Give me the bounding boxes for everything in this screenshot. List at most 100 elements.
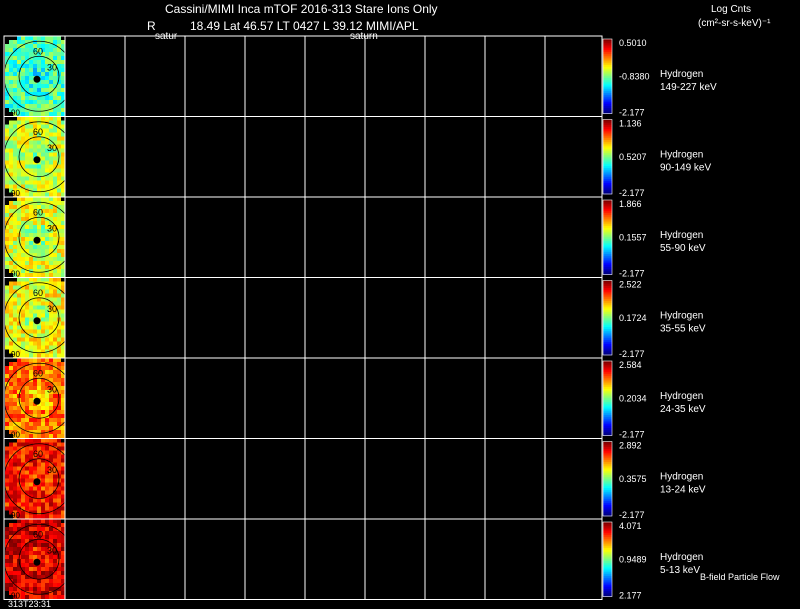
skymap-pixel bbox=[9, 587, 13, 591]
skymap-pixel bbox=[41, 180, 45, 185]
skymap-pixel bbox=[33, 197, 37, 201]
skymap-pixel bbox=[13, 201, 17, 205]
skymap-pixel bbox=[21, 253, 25, 257]
skymap-pixel bbox=[57, 571, 61, 575]
skymap-pixel bbox=[49, 152, 53, 157]
skymap-pixel bbox=[49, 374, 53, 378]
skymap-pixel bbox=[61, 414, 65, 418]
skymap-pixel bbox=[57, 269, 61, 273]
skymap-pixel bbox=[33, 587, 37, 591]
skymap-pixel bbox=[41, 490, 45, 495]
skymap-pixel bbox=[21, 317, 25, 322]
skymap-pixel bbox=[33, 329, 37, 334]
skymap-pixel bbox=[13, 84, 17, 88]
ring-label-30: 30 bbox=[47, 223, 57, 233]
skymap-pixel bbox=[61, 575, 65, 579]
skymap-pixel bbox=[41, 410, 45, 414]
skymap-pixel bbox=[57, 410, 61, 414]
skymap-pixel bbox=[33, 474, 37, 479]
skymap-pixel bbox=[21, 148, 25, 153]
skymap-pixel bbox=[61, 514, 65, 519]
skymap-pixel bbox=[29, 192, 33, 197]
skymap-pixel bbox=[21, 353, 25, 358]
skymap-pixel bbox=[13, 305, 17, 310]
skymap-pixel bbox=[57, 180, 61, 185]
skymap-pixel bbox=[5, 237, 9, 241]
skymap-pixel bbox=[49, 192, 53, 197]
skymap-pixel bbox=[49, 96, 53, 100]
skymap-pixel bbox=[53, 36, 57, 40]
colorbar-mid: 0.2034 bbox=[619, 393, 647, 403]
skymap-pixel bbox=[5, 52, 9, 56]
skymap-pixel bbox=[17, 543, 21, 547]
skymap-pixel bbox=[53, 48, 57, 52]
skymap-pixel bbox=[21, 136, 25, 141]
colorbar-max: 2.522 bbox=[619, 280, 642, 290]
skymap-pixel bbox=[25, 233, 29, 237]
skymap-pixel bbox=[33, 116, 37, 121]
skymap-pixel bbox=[25, 225, 29, 229]
skymap-pixel bbox=[5, 555, 9, 559]
skymap-pixel bbox=[29, 434, 33, 438]
skymap-pixel bbox=[21, 128, 25, 133]
skymap-pixel bbox=[45, 237, 49, 241]
skymap-pixel bbox=[45, 490, 49, 495]
skymap-pixel bbox=[41, 329, 45, 334]
skymap-pixel bbox=[53, 76, 57, 80]
skymap-pixel bbox=[13, 76, 17, 80]
ring-label-60: 60 bbox=[33, 127, 43, 137]
skymap-pixel bbox=[57, 494, 61, 499]
skymap-pixel bbox=[57, 108, 61, 112]
skymap-pixel bbox=[37, 325, 41, 330]
skymap-pixel bbox=[41, 559, 45, 563]
skymap-pixel bbox=[53, 188, 57, 193]
skymap-pixel bbox=[29, 422, 33, 426]
skymap-pixel bbox=[41, 144, 45, 149]
skymap-pixel bbox=[41, 555, 45, 559]
skymap-pixel bbox=[41, 116, 45, 121]
skymap-pixel bbox=[61, 221, 65, 225]
skymap-pixel bbox=[13, 462, 17, 467]
skymap-pixel bbox=[29, 229, 33, 233]
skymap-pixel bbox=[33, 341, 37, 346]
skymap-pixel bbox=[45, 184, 49, 189]
skymap-pixel bbox=[57, 358, 61, 362]
skymap-pixel bbox=[57, 535, 61, 539]
skymap-pixel bbox=[57, 382, 61, 386]
skymap-pixel bbox=[61, 225, 65, 229]
skymap-pixel bbox=[9, 482, 13, 487]
skymap-pixel bbox=[33, 225, 37, 229]
skymap-pixel bbox=[21, 132, 25, 137]
skymap-pixel bbox=[61, 96, 65, 100]
skymap-pixel bbox=[25, 152, 29, 157]
skymap-pixel bbox=[33, 72, 37, 76]
skymap-pixel bbox=[29, 559, 33, 563]
skymap-pixel bbox=[5, 478, 9, 483]
skymap-pixel bbox=[61, 124, 65, 129]
skymap-pixel bbox=[9, 462, 13, 467]
skymap-pixel bbox=[13, 72, 17, 76]
skymap-pixel bbox=[57, 414, 61, 418]
skymap-pixel bbox=[9, 128, 13, 133]
skymap-pixel bbox=[41, 184, 45, 189]
skymap-pixel bbox=[61, 56, 65, 60]
skymap-pixel bbox=[5, 394, 9, 398]
skymap-pixel bbox=[9, 406, 13, 410]
skymap-pixel bbox=[13, 394, 17, 398]
colorbar-min: -2.177 bbox=[619, 188, 645, 198]
skymap-pixel bbox=[29, 100, 33, 104]
skymap-pixel bbox=[61, 269, 65, 273]
skymap-pixel bbox=[61, 406, 65, 410]
skymap-pixel bbox=[13, 164, 17, 169]
skymap-pixel bbox=[17, 253, 21, 257]
skymap-pixel bbox=[13, 337, 17, 342]
skymap-pixel bbox=[9, 184, 13, 189]
skymap-pixel bbox=[13, 486, 17, 491]
skymap-pixel bbox=[17, 442, 21, 447]
skymap-pixel bbox=[13, 144, 17, 149]
skymap-pixel bbox=[21, 233, 25, 237]
skymap-pixel bbox=[25, 559, 29, 563]
skymap-pixel bbox=[53, 510, 57, 515]
skymap-pixel bbox=[25, 502, 29, 507]
skymap-pixel bbox=[29, 68, 33, 72]
